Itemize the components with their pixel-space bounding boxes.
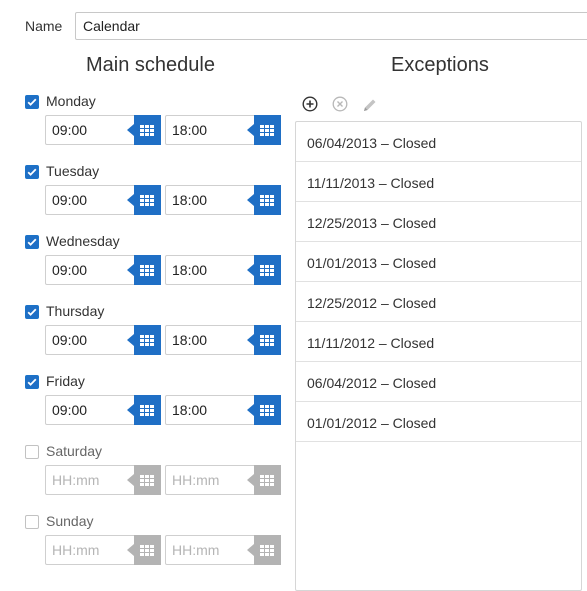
time-grid-icon[interactable] xyxy=(247,185,281,215)
time-grid-icon[interactable] xyxy=(127,255,161,285)
saturday-end-time xyxy=(165,465,281,495)
exceptions-title: Exceptions xyxy=(391,54,489,76)
thursday-label: Thursday xyxy=(46,303,105,319)
time-grid-icon[interactable] xyxy=(247,115,281,145)
day-thursday: Thursday xyxy=(25,303,285,371)
wednesday-start-time xyxy=(45,255,161,285)
exception-item[interactable]: 01/01/2012 – Closed xyxy=(296,402,581,442)
time-grid-icon[interactable] xyxy=(127,395,161,425)
thursday-checkbox[interactable] xyxy=(25,305,39,319)
thursday-start-time xyxy=(45,325,161,355)
day-monday: Monday xyxy=(25,93,285,161)
exception-item[interactable]: 11/11/2012 – Closed xyxy=(296,322,581,362)
day-wednesday: Wednesday xyxy=(25,233,285,301)
exceptions-toolbar xyxy=(302,96,392,114)
wednesday-checkbox[interactable] xyxy=(25,235,39,249)
name-input[interactable] xyxy=(75,12,587,40)
sunday-start-time xyxy=(45,535,161,565)
tuesday-label: Tuesday xyxy=(46,163,100,179)
time-grid-icon[interactable] xyxy=(127,325,161,355)
sunday-label: Sunday xyxy=(46,513,94,529)
exception-item[interactable]: 06/04/2012 – Closed xyxy=(296,362,581,402)
time-grid-icon[interactable] xyxy=(247,325,281,355)
check-icon xyxy=(27,238,37,246)
time-grid-icon[interactable] xyxy=(247,255,281,285)
day-friday: Friday xyxy=(25,373,285,441)
exception-item[interactable]: 11/11/2013 – Closed xyxy=(296,162,581,202)
tuesday-start-time xyxy=(45,185,161,215)
exception-item[interactable]: 12/25/2013 – Closed xyxy=(296,202,581,242)
friday-checkbox[interactable] xyxy=(25,375,39,389)
pencil-icon[interactable] xyxy=(361,96,379,114)
x-circle-icon[interactable] xyxy=(332,96,350,114)
saturday-checkbox[interactable] xyxy=(25,445,39,459)
monday-checkbox[interactable] xyxy=(25,95,39,109)
name-row: Name xyxy=(25,12,587,42)
exceptions-list[interactable]: 06/04/2013 – Closed 11/11/2013 – Closed 12… xyxy=(295,121,582,591)
time-grid-icon[interactable] xyxy=(127,535,161,565)
exception-item[interactable]: 12/25/2012 – Closed xyxy=(296,282,581,322)
time-grid-icon[interactable] xyxy=(247,465,281,495)
check-icon xyxy=(27,98,37,106)
time-grid-icon[interactable] xyxy=(127,465,161,495)
saturday-label: Saturday xyxy=(46,443,103,459)
check-icon xyxy=(27,378,37,386)
friday-end-time xyxy=(165,395,281,425)
time-grid-icon[interactable] xyxy=(247,395,281,425)
monday-label: Monday xyxy=(46,93,96,109)
plus-circle-icon[interactable] xyxy=(302,96,320,114)
exception-item[interactable]: 06/04/2013 – Closed xyxy=(296,122,581,162)
day-saturday: Saturday xyxy=(25,443,285,511)
check-icon xyxy=(27,168,37,176)
exception-item[interactable]: 01/01/2013 – Closed xyxy=(296,242,581,282)
day-sunday: Sunday xyxy=(25,513,285,581)
check-icon xyxy=(27,308,37,316)
tuesday-end-time xyxy=(165,185,281,215)
monday-start-time xyxy=(45,115,161,145)
sunday-end-time xyxy=(165,535,281,565)
friday-start-time xyxy=(45,395,161,425)
monday-end-time xyxy=(165,115,281,145)
wednesday-end-time xyxy=(165,255,281,285)
wednesday-label: Wednesday xyxy=(46,233,120,249)
name-label: Name xyxy=(25,18,63,34)
day-tuesday: Tuesday xyxy=(25,163,285,231)
thursday-end-time xyxy=(165,325,281,355)
main-schedule-title: Main schedule xyxy=(86,54,215,76)
tuesday-checkbox[interactable] xyxy=(25,165,39,179)
friday-label: Friday xyxy=(46,373,85,389)
saturday-start-time xyxy=(45,465,161,495)
sunday-checkbox[interactable] xyxy=(25,515,39,529)
time-grid-icon[interactable] xyxy=(247,535,281,565)
time-grid-icon[interactable] xyxy=(127,115,161,145)
time-grid-icon[interactable] xyxy=(127,185,161,215)
